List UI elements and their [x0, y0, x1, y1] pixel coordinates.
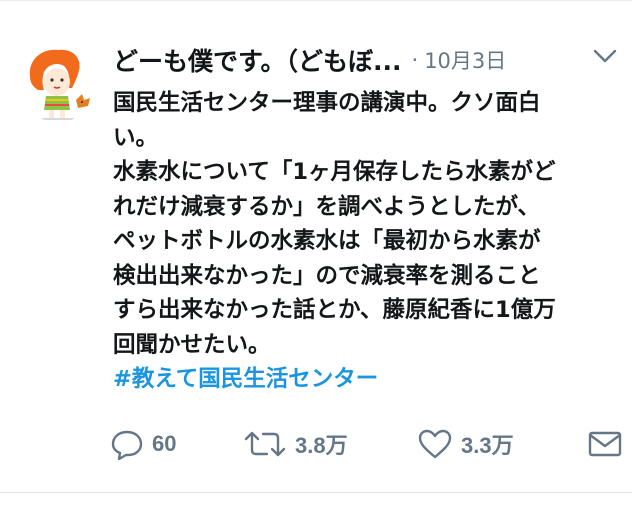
reply-button[interactable]: 60 [110, 424, 176, 464]
tweet-text: 国民生活センター理事の講演中。クソ面白 い。 水素水について「1ヶ月保存したら水… [113, 86, 628, 397]
like-count: 3.3万 [461, 433, 514, 458]
reply-icon [111, 430, 143, 460]
avatar[interactable] [18, 42, 98, 122]
tweet-text-line: すら出来なかった話とか、藤原紀香に1億万 [113, 297, 556, 323]
tweet-text-line: れだけ減衰するか」を調べようとしたが、 [113, 193, 541, 220]
reply-count: 60 [152, 431, 177, 456]
hashtag-link[interactable]: #教えて国民生活センター [113, 362, 628, 397]
tweet-text-line: ペットボトルの水素水は「最初から水素が [113, 228, 541, 254]
display-name[interactable]: どーも僕です。（どもぼ... [113, 42, 402, 78]
direct-message-button[interactable] [588, 424, 622, 464]
retweet-icon [244, 431, 286, 457]
retweet-count: 3.8万 [295, 433, 348, 458]
tweet-text-line: 国民生活センター理事の講演中。クソ面白 [113, 90, 541, 116]
bottom-divider [0, 492, 632, 493]
timestamp[interactable]: 10月3日 [424, 45, 506, 75]
tweet-text-line: 回聞かせたい。 [113, 331, 271, 358]
tweet-header: どーも僕です。（どもぼ... · 10月3日 [113, 40, 506, 80]
tweet-text-line: 検出出来なかった」ので減衰率を測ること [113, 262, 541, 289]
heart-icon [418, 429, 452, 459]
tweet-text-line: い。 [113, 124, 159, 151]
like-button[interactable]: 3.3万 [417, 424, 514, 464]
meta-separator: · [411, 48, 419, 72]
chevron-down-icon [593, 49, 617, 63]
tweet-actions: 60 3.8万 3.3万 [110, 424, 622, 464]
top-divider [0, 0, 632, 1]
envelope-icon [588, 431, 622, 457]
tweet-menu-button[interactable] [592, 46, 618, 66]
illustrated-character-icon [28, 49, 90, 120]
retweet-button[interactable]: 3.8万 [243, 424, 348, 464]
tweet-text-line: 水素水について「1ヶ月保存したら水素がど [113, 159, 556, 185]
